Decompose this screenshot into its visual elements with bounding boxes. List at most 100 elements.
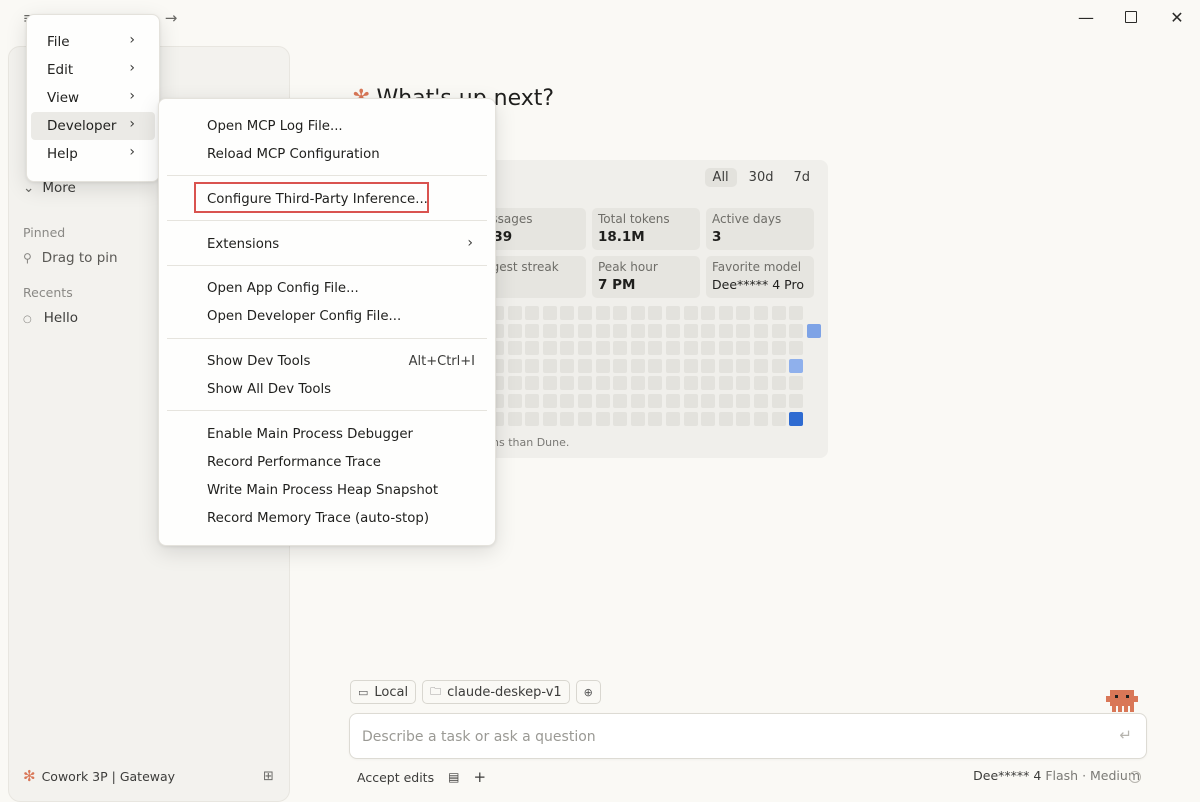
folder-chip[interactable]: 🗀 claude-deskep-v1 xyxy=(422,680,570,704)
heatmap-cell xyxy=(507,358,522,373)
open-mcp-log-item[interactable]: Open MCP Log File... xyxy=(159,114,495,140)
menu-item-label: File xyxy=(47,34,70,50)
stat-favorite-model: Favorite model Dee***** 4 Pro xyxy=(706,256,814,298)
heatmap-cell xyxy=(736,411,751,426)
folder-plus-icon: ⊕ xyxy=(583,685,593,699)
memory-trace-item[interactable]: Record Memory Trace (auto-stop) xyxy=(159,506,495,532)
heatmap-cell xyxy=(542,394,557,408)
heatmap-cell xyxy=(630,376,645,391)
heatmap-cell xyxy=(754,306,768,320)
heatmap-cell xyxy=(595,358,610,373)
menu-item-help[interactable]: Help › xyxy=(31,140,155,168)
heap-snapshot-item[interactable]: Write Main Process Heap Snapshot xyxy=(159,478,495,504)
reload-mcp-item[interactable]: Reload MCP Configuration xyxy=(159,142,495,168)
heatmap-cell xyxy=(648,358,663,373)
heatmap-cell xyxy=(542,358,557,373)
model-selector[interactable]: Dee***** 4 Flash · Medium xyxy=(973,768,1140,783)
open-app-config-item[interactable]: Open App Config File... xyxy=(159,276,495,302)
sidebar-footer[interactable]: ✻ Cowork 3P | Gateway xyxy=(23,767,175,785)
heatmap-cell xyxy=(701,306,716,320)
heatmap-cell xyxy=(578,411,592,426)
stat-value: 3 xyxy=(712,229,722,245)
heatmap-cell xyxy=(542,323,557,338)
chevron-right-icon: › xyxy=(129,60,135,76)
tab-30d[interactable]: 30d xyxy=(741,168,782,187)
document-icon[interactable]: ▤ xyxy=(448,770,459,784)
heatmap-cell xyxy=(525,358,540,373)
heatmap-cell xyxy=(771,306,786,320)
heatmap-cell xyxy=(718,341,733,356)
heatmap-cell xyxy=(789,323,804,338)
heatmap-cell xyxy=(613,323,628,338)
stats-footnote: ns than Dune. xyxy=(492,436,570,449)
enable-debugger-item[interactable]: Enable Main Process Debugger xyxy=(159,422,495,448)
prompt-input[interactable] xyxy=(360,724,1104,750)
local-chip[interactable]: ▭ Local xyxy=(350,680,417,704)
model-name: Dee***** 4 xyxy=(973,768,1042,783)
forward-arrow-icon[interactable]: → xyxy=(162,9,180,27)
heatmap-cell xyxy=(701,341,716,356)
heatmap-cell xyxy=(736,394,751,408)
stat-label: Peak hour xyxy=(598,260,658,274)
heatmap-cell xyxy=(507,341,522,356)
heatmap-cell xyxy=(648,376,663,391)
heatmap-cell xyxy=(525,394,540,408)
send-icon[interactable]: ↵ xyxy=(1119,726,1132,744)
menu-item-label: Show Dev Tools xyxy=(207,354,311,369)
stat-total-tokens: Total tokens 18.1M xyxy=(592,208,700,250)
heatmap-cell xyxy=(578,341,592,356)
claude-logo-icon: ✻ xyxy=(23,767,36,785)
extensions-item[interactable]: Extensions › xyxy=(159,232,495,258)
status-indicator-icon xyxy=(1129,771,1141,783)
accept-edits-button[interactable]: Accept edits xyxy=(357,770,434,785)
heatmap-cell xyxy=(736,306,751,320)
menu-item-developer[interactable]: Developer › xyxy=(31,112,155,140)
tab-7d[interactable]: 7d xyxy=(785,168,818,187)
open-dev-config-item[interactable]: Open Developer Config File... xyxy=(159,304,495,330)
menu-item-file[interactable]: File › xyxy=(31,28,155,56)
maximize-button[interactable] xyxy=(1121,8,1141,28)
stat-peak-hour: Peak hour 7 PM xyxy=(592,256,700,298)
layout-toggle-icon[interactable]: ⊞ xyxy=(263,769,274,784)
show-all-dev-tools-item[interactable]: Show All Dev Tools xyxy=(159,377,495,403)
heatmap-cell xyxy=(718,358,733,373)
heatmap-cell xyxy=(771,358,786,373)
menu-item-label: Enable Main Process Debugger xyxy=(207,427,413,442)
heatmap-cell xyxy=(701,394,716,408)
menu-item-label: Open Developer Config File... xyxy=(207,309,402,324)
menu-item-view[interactable]: View › xyxy=(31,84,155,112)
heatmap-cell xyxy=(806,323,821,338)
chevron-right-icon: › xyxy=(129,144,135,160)
heatmap-cell xyxy=(683,394,698,408)
heatmap-cell xyxy=(578,306,592,320)
heatmap-cell xyxy=(542,376,557,391)
heatmap-cell xyxy=(525,376,540,391)
stat-label: Favorite model xyxy=(712,260,802,274)
heatmap-cell xyxy=(771,394,786,408)
recent-item-hello[interactable]: ○ Hello xyxy=(23,307,78,329)
plus-icon[interactable]: + xyxy=(473,768,486,786)
show-dev-tools-item[interactable]: Show Dev Tools Alt+Ctrl+I xyxy=(159,349,495,375)
menu-item-label: Record Performance Trace xyxy=(207,455,381,470)
menu-item-label: Developer xyxy=(47,118,117,134)
tab-all[interactable]: All xyxy=(704,168,737,187)
heatmap-cell xyxy=(595,411,610,426)
heatmap-cell xyxy=(736,376,751,391)
heatmap-cell xyxy=(507,411,522,426)
minimize-button[interactable]: — xyxy=(1076,8,1096,28)
heatmap-cell xyxy=(771,323,786,338)
heatmap-cell xyxy=(507,376,522,391)
menu-item-edit[interactable]: Edit › xyxy=(31,56,155,84)
heatmap-cell xyxy=(789,411,804,426)
chevron-down-icon: ⌄ xyxy=(23,180,35,196)
heatmap-cell xyxy=(754,411,768,426)
add-folder-button[interactable]: ⊕ xyxy=(575,680,601,704)
chevron-right-icon: › xyxy=(129,116,135,132)
menu-item-label: Edit xyxy=(47,62,74,78)
recents-header: Recents xyxy=(23,285,73,300)
heatmap-cell xyxy=(648,323,663,338)
heatmap-cell xyxy=(630,341,645,356)
heatmap-cell xyxy=(595,394,610,408)
record-perf-item[interactable]: Record Performance Trace xyxy=(159,450,495,476)
close-button[interactable]: ✕ xyxy=(1167,8,1187,28)
